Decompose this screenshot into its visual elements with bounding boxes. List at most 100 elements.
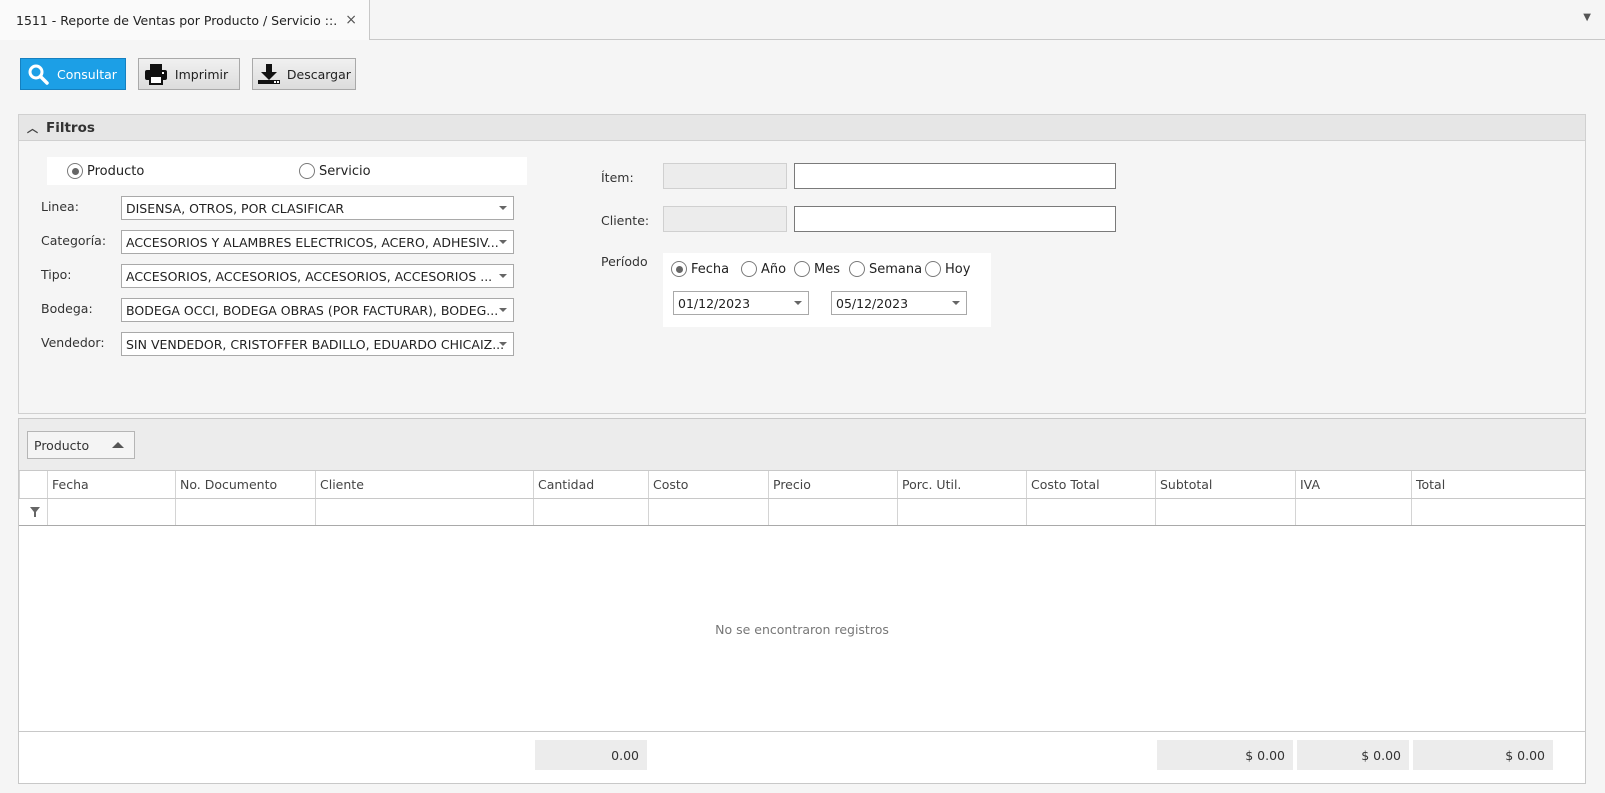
dropdown-arrow-icon[interactable]: [499, 308, 507, 312]
radio-anio-label: Año: [761, 261, 787, 277]
tab-strip: 1511 - Reporte de Ventas por Producto / …: [0, 0, 1605, 40]
group-panel: Producto: [19, 419, 1585, 471]
filter-cell[interactable]: [533, 499, 648, 525]
imprimir-button[interactable]: Imprimir: [137, 58, 240, 90]
results-grid: Producto Fecha No. Documento Cliente Can…: [18, 418, 1586, 784]
radio-circle[interactable]: [794, 261, 810, 277]
descargar-label: Descargar: [286, 66, 351, 82]
column-header[interactable]: Total: [1411, 471, 1585, 498]
radio-circle[interactable]: [849, 261, 865, 277]
close-icon[interactable]: ×: [345, 12, 357, 28]
categoria-combo[interactable]: ACCESORIOS Y ALAMBRES ELECTRICOS, ACERO,…: [121, 230, 514, 254]
column-header[interactable]: Cantidad: [533, 471, 648, 498]
toolbar: Consultar Imprimir Descargar: [20, 58, 368, 90]
radio-circle[interactable]: [671, 261, 687, 277]
filtros-header[interactable]: ︿ Filtros: [19, 115, 1585, 141]
dropdown-arrow-icon[interactable]: [794, 301, 802, 305]
radio-anio[interactable]: Año: [741, 261, 786, 277]
descargar-button[interactable]: Descargar: [251, 58, 356, 90]
radio-fecha[interactable]: Fecha: [671, 261, 729, 277]
item-code-field[interactable]: [663, 163, 787, 189]
radio-semana[interactable]: Semana: [849, 261, 922, 277]
dropdown-arrow-icon[interactable]: [499, 274, 507, 278]
radio-hoy-label: Hoy: [945, 261, 971, 277]
column-header[interactable]: Precio: [768, 471, 897, 498]
filter-cell[interactable]: [175, 499, 315, 525]
tab-title: 1511 - Reporte de Ventas por Producto / …: [16, 12, 338, 28]
radio-servicio[interactable]: Servicio: [299, 163, 371, 179]
filter-cell[interactable]: [648, 499, 768, 525]
column-header[interactable]: Subtotal: [1155, 471, 1295, 498]
linea-label: Linea:: [41, 199, 79, 214]
filter-cell[interactable]: [1026, 499, 1155, 525]
total-total: $ 0.00: [1413, 740, 1553, 770]
bodega-combo[interactable]: BODEGA OCCI, BODEGA OBRAS (POR FACTURAR)…: [121, 298, 514, 322]
radio-producto[interactable]: Producto: [67, 163, 144, 179]
dropdown-arrow-icon[interactable]: [499, 240, 507, 244]
radio-fecha-label: Fecha: [691, 261, 730, 277]
total-subtotal: $ 0.00: [1157, 740, 1293, 770]
radio-circle[interactable]: [925, 261, 941, 277]
tab-menu-chevron-down-icon[interactable]: ▼: [1583, 12, 1591, 23]
search-icon: [25, 62, 51, 86]
producto-servicio-group: Producto Servicio: [47, 157, 527, 185]
column-header[interactable]: Costo: [648, 471, 768, 498]
column-header[interactable]: No. Documento: [175, 471, 315, 498]
radio-servicio-label: Servicio: [319, 163, 371, 179]
column-header[interactable]: IVA: [1295, 471, 1411, 498]
column-header[interactable]: Cliente: [315, 471, 533, 498]
radio-circle[interactable]: [741, 261, 757, 277]
bodega-value: BODEGA OCCI, BODEGA OBRAS (POR FACTURAR)…: [126, 302, 499, 318]
column-header[interactable]: Fecha: [47, 471, 175, 498]
linea-combo[interactable]: DISENSA, OTROS, POR CLASIFICAR: [121, 196, 514, 220]
fecha-desde-picker[interactable]: 01/12/2023: [673, 291, 809, 315]
tipo-label: Tipo:: [41, 267, 72, 282]
column-header[interactable]: Costo Total: [1026, 471, 1155, 498]
filter-cell[interactable]: [47, 499, 175, 525]
fecha-hasta-value: 05/12/2023: [836, 295, 909, 311]
chevron-up-icon[interactable]: ︿: [27, 120, 38, 136]
tipo-value: ACCESORIOS, ACCESORIOS, ACCESORIOS, ACCE…: [126, 268, 493, 284]
filter-cell[interactable]: [1411, 499, 1585, 525]
cliente-desc-field[interactable]: [794, 206, 1116, 232]
printer-icon: [143, 62, 169, 86]
dropdown-arrow-icon[interactable]: [952, 301, 960, 305]
filter-cell[interactable]: [768, 499, 897, 525]
radio-hoy[interactable]: Hoy: [925, 261, 970, 277]
radio-circle[interactable]: [299, 163, 315, 179]
cliente-label: Cliente:: [601, 213, 650, 228]
filter-icon[interactable]: [19, 499, 47, 525]
periodo-label: Período: [601, 254, 648, 269]
categoria-label: Categoría:: [41, 233, 107, 248]
bodega-label: Bodega:: [41, 301, 93, 316]
imprimir-label: Imprimir: [174, 66, 229, 82]
group-by-label: Producto: [34, 437, 90, 453]
cliente-code-field[interactable]: [663, 206, 787, 232]
dropdown-arrow-icon[interactable]: [499, 206, 507, 210]
totals-footer: 0.00 $ 0.00 $ 0.00 $ 0.00: [19, 731, 1585, 783]
filter-cell[interactable]: [1295, 499, 1411, 525]
filter-cell[interactable]: [315, 499, 533, 525]
tipo-combo[interactable]: ACCESORIOS, ACCESORIOS, ACCESORIOS, ACCE…: [121, 264, 514, 288]
download-icon: [257, 62, 281, 86]
radio-mes[interactable]: Mes: [794, 261, 840, 277]
filter-cell[interactable]: [897, 499, 1026, 525]
fecha-hasta-picker[interactable]: 05/12/2023: [831, 291, 967, 315]
tab-report[interactable]: 1511 - Reporte de Ventas por Producto / …: [0, 0, 370, 40]
group-by-chip[interactable]: Producto: [27, 431, 135, 459]
item-desc-field[interactable]: [794, 163, 1116, 189]
radio-circle[interactable]: [67, 163, 83, 179]
vendedor-combo[interactable]: SIN VENDEDOR, CRISTOFFER BADILLO, EDUARD…: [121, 332, 514, 356]
categoria-value: ACCESORIOS Y ALAMBRES ELECTRICOS, ACERO,…: [126, 234, 499, 250]
radio-semana-label: Semana: [869, 261, 923, 277]
column-header[interactable]: Porc. Util.: [897, 471, 1026, 498]
sort-ascending-icon[interactable]: [112, 442, 124, 448]
total-iva: $ 0.00: [1297, 740, 1409, 770]
filter-cell[interactable]: [1155, 499, 1295, 525]
filtros-panel: ︿ Filtros Producto Servicio Linea: DISEN…: [18, 114, 1586, 414]
periodo-group: Fecha Año Mes Semana Hoy 01/12/2023 05/1…: [663, 253, 991, 327]
consultar-button[interactable]: Consultar: [20, 58, 126, 90]
column-headers: Fecha No. Documento Cliente Cantidad Cos…: [19, 471, 1585, 499]
dropdown-arrow-icon[interactable]: [499, 342, 507, 346]
vendedor-label: Vendedor:: [41, 335, 105, 350]
